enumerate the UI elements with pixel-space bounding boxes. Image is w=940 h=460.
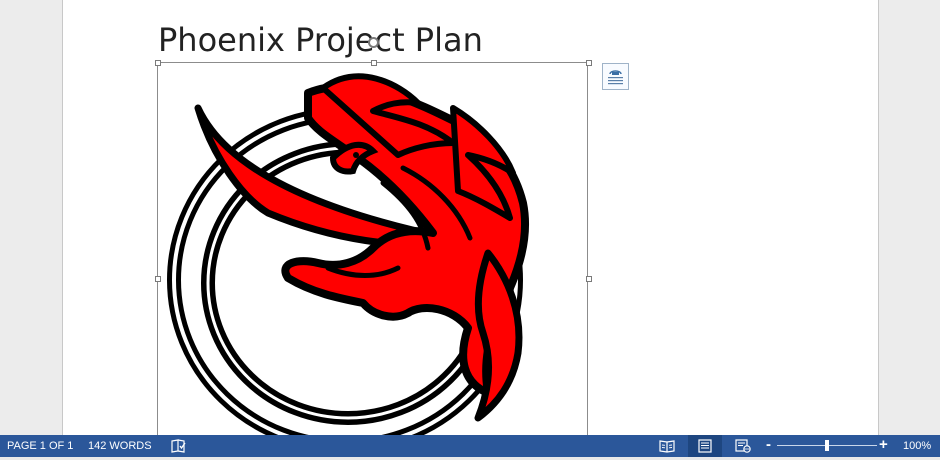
zoom-slider-thumb[interactable] — [825, 440, 829, 451]
document-heading[interactable]: Phoenix Project Plan — [158, 20, 483, 60]
phoenix-logo-image[interactable] — [157, 62, 588, 442]
resize-handle-top-left[interactable] — [155, 60, 161, 66]
resize-handle-middle-right[interactable] — [586, 276, 592, 282]
status-bar: PAGE 1 OF 1 142 WORDS - + 100% — [0, 435, 940, 457]
rotate-handle[interactable] — [368, 37, 379, 48]
proofing-book-icon[interactable] — [170, 435, 188, 457]
zoom-level-indicator[interactable]: 100% — [903, 439, 931, 453]
word-count-indicator[interactable]: 142 WORDS — [88, 439, 152, 453]
resize-handle-middle-left[interactable] — [155, 276, 161, 282]
resize-handle-top-center[interactable] — [371, 60, 377, 66]
layout-options-button[interactable] — [602, 63, 629, 90]
document-canvas: Phoenix Project Plan — [0, 0, 940, 435]
print-layout-button[interactable] — [688, 435, 722, 457]
layout-options-icon — [603, 64, 628, 89]
web-layout-icon[interactable] — [734, 435, 752, 457]
zoom-out-button[interactable]: - — [766, 437, 771, 453]
zoom-in-button[interactable]: + — [879, 437, 888, 453]
page-number-indicator[interactable]: PAGE 1 OF 1 — [7, 439, 73, 453]
phoenix-logo-graphic — [158, 63, 588, 442]
print-layout-icon — [688, 435, 722, 457]
read-mode-icon[interactable] — [658, 435, 676, 457]
resize-handle-top-right[interactable] — [586, 60, 592, 66]
